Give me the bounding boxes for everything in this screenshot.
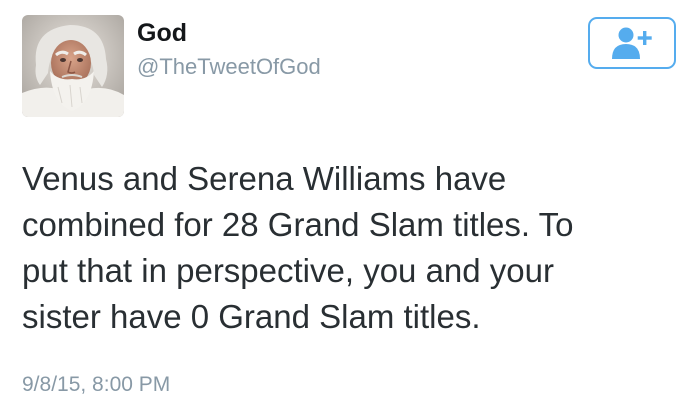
author-display-name[interactable]: God: [137, 18, 187, 48]
tweet-card: God @TheTweetOfGod Venus and Serena Will…: [0, 0, 700, 415]
author-handle[interactable]: @TheTweetOfGod: [137, 53, 321, 81]
bearded-man-portrait-icon: [22, 15, 124, 117]
tweet-text: Venus and Serena Williams have combined …: [22, 160, 574, 335]
add-user-icon: [612, 27, 652, 59]
avatar[interactable]: [22, 15, 124, 117]
follow-button[interactable]: [588, 17, 676, 69]
tweet-timestamp[interactable]: 9/8/15, 8:00 PM: [22, 371, 170, 399]
